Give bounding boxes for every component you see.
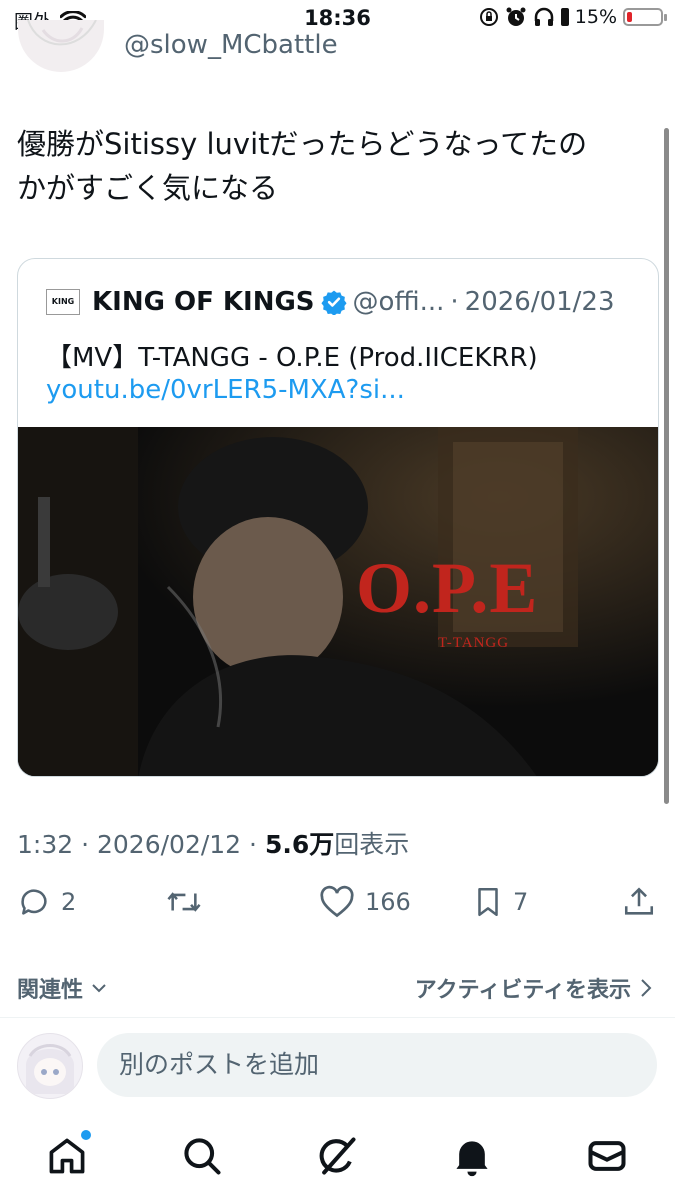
share-icon: [624, 887, 654, 915]
scrollbar[interactable]: [664, 128, 669, 804]
bookmark-button[interactable]: 7: [473, 885, 528, 919]
nav-search[interactable]: [180, 1134, 224, 1178]
chevron-down-icon: [92, 984, 106, 993]
sort-relevance-dropdown[interactable]: 関連性: [17, 972, 109, 1004]
my-avatar[interactable]: [17, 1033, 83, 1099]
reply-icon: [21, 889, 47, 915]
bell-icon: [456, 1141, 488, 1177]
mail-icon: [588, 1141, 626, 1171]
status-right: 15%: [479, 6, 667, 28]
chevron-right-icon: [641, 979, 652, 997]
bookmark-icon: [478, 887, 498, 917]
share-button[interactable]: [622, 885, 656, 919]
nav-messages[interactable]: [585, 1134, 629, 1178]
view-label: 回表示: [334, 830, 410, 859]
tweet-text: 優勝がSitissy luvitだったらどうなってたの かがすごく気になる: [17, 122, 657, 210]
quoted-post-header: KING KING OF KINGS @offi... · 2026/01/23: [46, 287, 615, 317]
reply-button[interactable]: 2: [17, 885, 76, 919]
headphones-icon: [534, 7, 554, 26]
nav-home[interactable]: [45, 1130, 91, 1178]
repost-button[interactable]: [165, 885, 213, 919]
quoted-post-date: 2026/01/23: [464, 287, 615, 317]
orientation-lock-icon: [479, 8, 498, 26]
quoted-author-handle[interactable]: @offi...: [353, 287, 445, 317]
like-button[interactable]: 166: [319, 885, 411, 919]
divider: [0, 1017, 675, 1018]
heart-icon: [320, 885, 354, 918]
author-handle[interactable]: @slow_MCbattle: [124, 30, 338, 60]
tweet-text-line: 優勝がSitissy luvitだったらどうなってたの: [17, 127, 588, 161]
quoted-post-link[interactable]: youtu.be/0vrLER5-MXA?si...: [46, 375, 405, 405]
separator-dot: ·: [249, 830, 257, 859]
battery-percent: 15%: [574, 6, 617, 28]
tweet-text-line: かがすごく気になる: [17, 171, 279, 205]
battery-fill: [627, 12, 632, 22]
repost-icon: [167, 892, 201, 912]
verified-badge-icon: [320, 290, 347, 315]
bookmark-count: 7: [513, 888, 529, 916]
view-activity-link[interactable]: アクティビティを表示: [415, 972, 653, 1004]
view-count: 5.6万: [264, 830, 335, 859]
avatar-art: [27, 20, 97, 46]
avatar-art: [26, 1044, 74, 1094]
nav-grok[interactable]: [315, 1134, 359, 1178]
signal-icon: [560, 8, 569, 26]
separator-dot: ·: [450, 287, 459, 317]
notification-dot: [81, 1130, 91, 1140]
quoted-author-avatar[interactable]: KING: [46, 289, 80, 315]
battery-icon: [623, 8, 667, 26]
quoted-post-card[interactable]: KING KING OF KINGS @offi... · 2026/01/23…: [17, 258, 659, 777]
separator-dot: ·: [81, 830, 90, 859]
quoted-post-text: 【MV】T-TANGG - O.P.E (Prod.IICEKRR): [46, 343, 538, 373]
action-bar: 2 166 7: [0, 885, 675, 931]
author-avatar[interactable]: [18, 20, 104, 72]
alarm-icon: [506, 7, 526, 26]
view-activity-label: アクティビティを表示: [414, 978, 631, 1003]
search-icon: [184, 1138, 221, 1175]
reply-count: 2: [61, 888, 77, 916]
nav-notifications[interactable]: [450, 1134, 494, 1178]
quoted-author-name[interactable]: KING OF KINGS: [92, 287, 315, 317]
bottom-navigation: [0, 1120, 675, 1200]
post-time: 1:32: [17, 830, 74, 859]
like-count: 166: [365, 888, 411, 916]
post-meta: 1:32 · 2026/02/12 · 5.6万回表示: [17, 825, 409, 861]
video-thumbnail[interactable]: O.P.E T-TANGG: [18, 427, 658, 776]
grok-icon: [319, 1137, 356, 1175]
add-post-input[interactable]: 別のポストを追加: [97, 1033, 657, 1097]
video-artist-overlay: T-TANGG: [438, 635, 510, 651]
sort-label: 関連性: [17, 978, 84, 1003]
home-icon: [49, 1138, 85, 1174]
video-scene: [18, 427, 658, 776]
post-date: 2026/02/12: [97, 830, 242, 859]
video-title-overlay: O.P.E: [356, 548, 539, 628]
